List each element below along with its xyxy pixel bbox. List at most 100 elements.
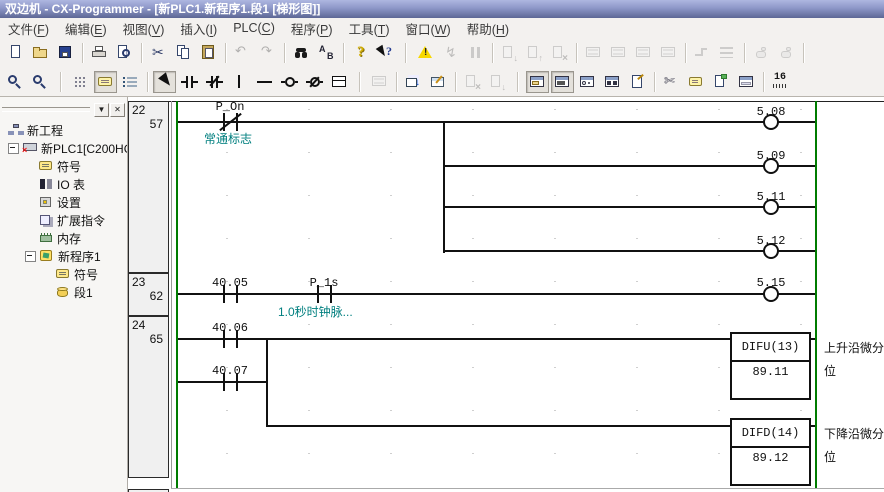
confirm-changes-button bbox=[486, 71, 509, 93]
copy-button[interactable] bbox=[172, 42, 195, 64]
toggle-output-window-button[interactable] bbox=[576, 71, 599, 93]
online-edit-rungs-button[interactable] bbox=[427, 71, 450, 93]
coil-5-08[interactable] bbox=[763, 114, 779, 130]
coil-5-11[interactable] bbox=[763, 199, 779, 215]
insert-rung-button[interactable] bbox=[660, 71, 683, 93]
cut-button[interactable] bbox=[147, 42, 170, 64]
rung-22-margin[interactable]: 22 57 bbox=[128, 101, 169, 273]
workspace-dropdown-button[interactable]: ▼ bbox=[94, 103, 109, 117]
menu-help[interactable]: 帮助(H) bbox=[459, 17, 517, 40]
toolbar-separator bbox=[763, 72, 764, 92]
coil-5-12[interactable] bbox=[763, 243, 779, 259]
vertical-line-tool-button[interactable] bbox=[228, 71, 251, 93]
instruction-box-difu[interactable]: DIFU(13) 89.11 bbox=[730, 332, 811, 400]
tree-item-symbols[interactable]: 符号 bbox=[0, 157, 127, 175]
program-check-button[interactable] bbox=[402, 71, 425, 93]
workspace-grip[interactable] bbox=[2, 107, 90, 112]
instruction-tool-button[interactable] bbox=[328, 71, 351, 93]
rung-22-step: 57 bbox=[150, 117, 163, 131]
difu-comment-line2: 位 bbox=[824, 362, 836, 379]
menu-program[interactable]: 程序(P) bbox=[283, 17, 341, 40]
page-up-icon bbox=[525, 44, 544, 61]
rung-list-button[interactable] bbox=[119, 71, 142, 93]
coil-5-15[interactable] bbox=[763, 286, 779, 302]
toolbar-separator bbox=[359, 72, 360, 92]
show-comments-button[interactable] bbox=[94, 71, 117, 93]
tree-item-memory[interactable]: 内存 bbox=[0, 229, 127, 247]
tree-item-plc[interactable]: 新PLC1[C200HG bbox=[0, 139, 127, 157]
paste-button[interactable] bbox=[197, 42, 220, 64]
undo-button bbox=[231, 42, 254, 64]
context-help-button[interactable] bbox=[374, 42, 397, 64]
menu-plc[interactable]: PLC(C) bbox=[225, 19, 283, 37]
expansion-instructions-icon bbox=[38, 213, 54, 227]
plc-mode-icon bbox=[370, 73, 389, 90]
page-compare-icon bbox=[550, 44, 569, 61]
tree-item-settings[interactable]: 设置 bbox=[0, 193, 127, 211]
time-chart-icon bbox=[718, 44, 737, 61]
workspace-close-button[interactable]: ✕ bbox=[110, 103, 125, 117]
help-button[interactable] bbox=[349, 42, 372, 64]
compile-button[interactable] bbox=[414, 42, 437, 64]
tree-item-program-symbols[interactable]: 符号 bbox=[0, 265, 127, 283]
tree-expander-icon[interactable] bbox=[25, 251, 36, 262]
tree-item-expansion-instructions[interactable]: 扩展指令 bbox=[0, 211, 127, 229]
tree-expander-icon[interactable] bbox=[8, 143, 19, 154]
menu-window[interactable]: 窗口(W) bbox=[398, 17, 459, 40]
differential-monitor-button bbox=[691, 42, 714, 64]
horizontal-line-tool-button[interactable] bbox=[253, 71, 276, 93]
contact-p-1s-label[interactable]: P_1s bbox=[294, 276, 354, 290]
menu-edit[interactable]: 编辑(E) bbox=[57, 17, 115, 40]
rung-23-margin[interactable]: 23 62 bbox=[128, 273, 169, 316]
menu-file[interactable]: 文件(F) bbox=[0, 17, 57, 40]
select-tool-button[interactable] bbox=[153, 71, 176, 93]
toolbar-separator bbox=[803, 43, 804, 63]
coil-tool-button[interactable] bbox=[278, 71, 301, 93]
menu-insert[interactable]: 插入(I) bbox=[172, 17, 225, 40]
print-preview-button[interactable] bbox=[113, 42, 136, 64]
rung-24-margin[interactable]: 24 65 bbox=[128, 316, 169, 478]
hex-monitor-button[interactable] bbox=[769, 71, 792, 93]
coil-5-09[interactable] bbox=[763, 158, 779, 174]
grid-toggle-button[interactable] bbox=[69, 71, 92, 93]
contact-40-07-label[interactable]: 40.07 bbox=[200, 364, 260, 378]
tree-item-label: 新程序1 bbox=[58, 248, 101, 265]
contact-40-05-label[interactable]: 40.05 bbox=[200, 276, 260, 290]
tree-item-io-table[interactable]: IO 表 bbox=[0, 175, 127, 193]
show-properties-button[interactable] bbox=[626, 71, 649, 93]
zoom-out-button[interactable] bbox=[29, 71, 52, 93]
tree-item-program[interactable]: 新程序1 bbox=[0, 247, 127, 265]
menu-view[interactable]: 视图(V) bbox=[115, 17, 173, 40]
toolbar-separator bbox=[82, 43, 83, 63]
find-button[interactable] bbox=[290, 42, 313, 64]
save-button[interactable] bbox=[54, 42, 77, 64]
instruction-box-difd[interactable]: DIFD(14) 89.12 bbox=[730, 418, 811, 486]
replace-button[interactable] bbox=[315, 42, 338, 64]
symbols-icon bbox=[38, 159, 54, 173]
rung-22-branch-vertical bbox=[443, 121, 445, 253]
toolbar-separator bbox=[147, 72, 148, 92]
contact-p-on-comment: 常通标志 bbox=[204, 130, 252, 147]
new-file-button[interactable] bbox=[4, 42, 27, 64]
tree-item-label: 段1 bbox=[74, 284, 93, 301]
contact-40-06-label[interactable]: 40.06 bbox=[200, 321, 260, 335]
ladder-grid-dots bbox=[172, 102, 815, 488]
coil-nc-tool-button[interactable] bbox=[303, 71, 326, 93]
zoom-in-button[interactable] bbox=[4, 71, 27, 93]
section-list-button[interactable] bbox=[710, 71, 733, 93]
rung-22-branch-wire-2 bbox=[444, 165, 815, 167]
tree-item-project[interactable]: 新工程 bbox=[0, 121, 127, 139]
print-button[interactable] bbox=[88, 42, 111, 64]
local-window-button[interactable] bbox=[735, 71, 758, 93]
open-file-button[interactable] bbox=[29, 42, 52, 64]
toggle-cross-reference-button[interactable] bbox=[601, 71, 624, 93]
contact-p-on-label[interactable]: P_On bbox=[200, 100, 260, 114]
toggle-project-workspace-button[interactable] bbox=[526, 71, 549, 93]
comment-list-button[interactable] bbox=[685, 71, 708, 93]
contact-nc-tool-button[interactable] bbox=[203, 71, 226, 93]
toggle-watch-window-button[interactable] bbox=[551, 71, 574, 93]
tree-item-section1[interactable]: 段1 bbox=[0, 283, 127, 301]
contact-no-tool-button[interactable] bbox=[178, 71, 201, 93]
toolbar-separator bbox=[455, 72, 456, 92]
menu-tools[interactable]: 工具(T) bbox=[341, 17, 398, 40]
